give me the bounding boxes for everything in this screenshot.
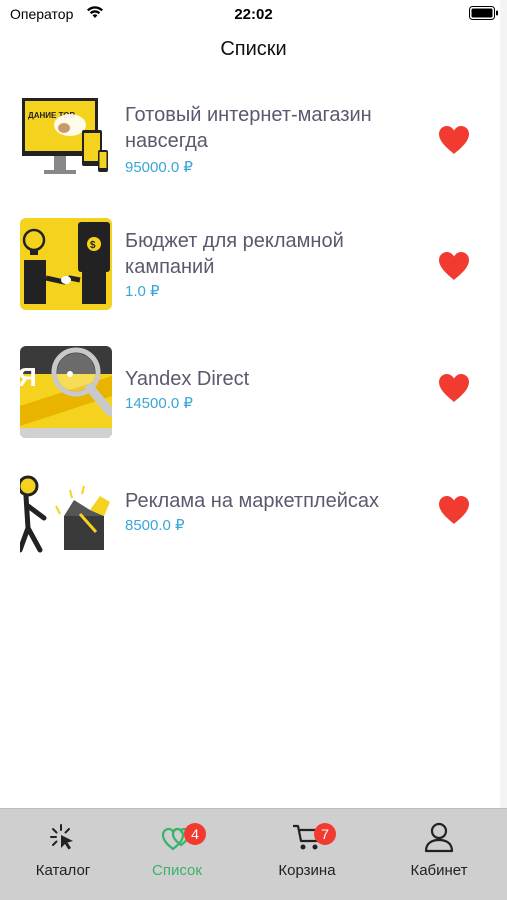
item-price: 1.0 ₽ — [125, 283, 160, 300]
svg-text:$: $ — [90, 240, 96, 251]
item-price: 95000.0 ₽ — [125, 159, 193, 176]
tab-catalog[interactable]: Каталог — [0, 809, 126, 900]
heart-icon[interactable] — [437, 494, 471, 526]
product-image: $ — [20, 218, 112, 310]
status-bar: Оператор 22:02 — [0, 0, 507, 30]
tab-label: Список — [152, 862, 202, 879]
list-item[interactable]: Я Yandex Direct 14500.0 ₽ — [0, 346, 500, 446]
page-title: Списки — [220, 38, 287, 60]
list-item[interactable]: ДАНИЕ ТОВ Готовый интернет-магазин навсе… — [0, 90, 500, 190]
battery-icon — [469, 6, 498, 20]
heart-icon[interactable] — [437, 372, 471, 404]
tab-badge: 4 — [184, 823, 206, 845]
tab-label: Каталог — [35, 862, 91, 879]
tab-label: Кабинет — [410, 862, 468, 879]
product-image: ДАНИЕ ТОВ — [20, 90, 112, 182]
clock: 22:02 — [234, 6, 273, 23]
item-title: Бюджет для рекламной кампаний — [125, 230, 344, 278]
item-title: Yandex Direct — [125, 368, 250, 390]
tab-label: Корзина — [278, 862, 336, 879]
scroll-track — [500, 0, 507, 810]
item-title: Готовый интернет-магазин навсегда — [125, 104, 372, 152]
product-image: Я — [20, 346, 112, 438]
item-title: Реклама на маркетплейсах — [125, 490, 380, 512]
thumb-caption: Я — [20, 362, 37, 392]
heart-icon[interactable] — [437, 124, 471, 156]
tab-bar: Каталог 4 Список 7 Корзина Кабинет — [0, 808, 507, 900]
item-price: 8500.0 ₽ — [125, 517, 185, 534]
tab-account[interactable]: Кабинет — [376, 809, 502, 900]
cursor-click-icon — [50, 824, 73, 850]
list-item[interactable]: $ Бюджет для рекламной кампаний 1.0 ₽ — [0, 218, 500, 318]
heart-icon[interactable] — [437, 250, 471, 282]
tab-list[interactable]: 4 Список — [114, 809, 240, 900]
product-image — [20, 470, 112, 562]
user-icon — [424, 822, 454, 853]
tab-cart[interactable]: 7 Корзина — [244, 809, 370, 900]
item-price: 14500.0 ₽ — [125, 395, 193, 412]
list-item[interactable]: Реклама на маркетплейсах 8500.0 ₽ — [0, 470, 500, 570]
tab-badge: 7 — [314, 823, 336, 845]
